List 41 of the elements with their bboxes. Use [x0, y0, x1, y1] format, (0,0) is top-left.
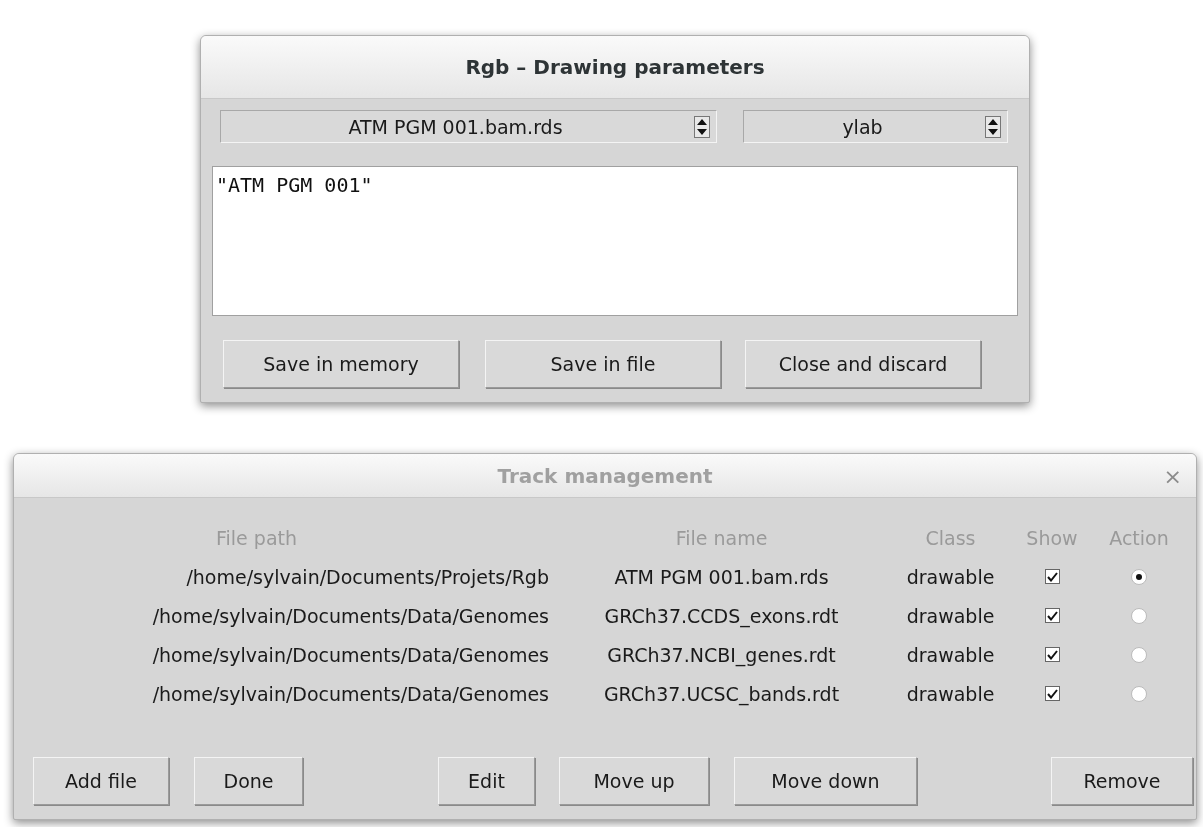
action-radio[interactable]: [1131, 646, 1147, 663]
column-header: Action: [1108, 526, 1170, 549]
table-cell-text: ATM PGM 001.bam.rds: [613, 565, 830, 588]
action-radio[interactable]: [1131, 607, 1147, 624]
dialog-button[interactable]: Add file: [33, 757, 169, 805]
window-title: Track management: [497, 463, 713, 488]
show-checkbox[interactable]: [1044, 686, 1060, 701]
table-cell-text: drawable: [905, 643, 996, 666]
column-header: File path: [215, 526, 298, 549]
show-checkbox[interactable]: [1044, 569, 1060, 584]
action-radio[interactable]: [1131, 568, 1147, 585]
file-spinner[interactable]: ATM PGM 001.bam.rds: [220, 110, 717, 143]
spinner-arrows-icon[interactable]: [985, 116, 1001, 138]
parameter-spinner[interactable]: ylab: [743, 110, 1008, 143]
dialog-button[interactable]: Edit: [438, 757, 535, 805]
table-cell-text: /home/sylvain/Documents/Projets/Rgb: [185, 565, 549, 588]
table-cell-text: /home/sylvain/Documents/Data/Genomes: [151, 604, 549, 627]
spinner-arrows-icon[interactable]: [694, 116, 710, 138]
column-header: Show: [1025, 526, 1079, 549]
dialog-button[interactable]: Move up: [559, 757, 709, 805]
dialog-button[interactable]: Save in file: [485, 340, 721, 388]
table-cell-text: /home/sylvain/Documents/Data/Genomes: [151, 682, 549, 705]
column-header: Class: [924, 526, 977, 549]
table-cell-text: GRCh37.NCBI_genes.rdt: [606, 643, 837, 666]
table-cell-text: drawable: [905, 604, 996, 627]
dialog-button[interactable]: Done: [194, 757, 303, 805]
window-title: Rgb – Drawing parameters: [465, 55, 765, 79]
dialog-button[interactable]: Remove: [1051, 757, 1193, 805]
dialog-button[interactable]: Close and discard: [745, 340, 981, 388]
table-cell-text: GRCh37.UCSC_bands.rdt: [602, 682, 841, 705]
dialog-button[interactable]: Move down: [734, 757, 917, 805]
column-header: File name: [674, 526, 769, 549]
table-cell-text: drawable: [905, 682, 996, 705]
value-text-area[interactable]: "ATM PGM 001": [212, 166, 1018, 316]
show-checkbox[interactable]: [1044, 608, 1060, 623]
table-cell-text: /home/sylvain/Documents/Data/Genomes: [151, 643, 549, 666]
show-checkbox[interactable]: [1044, 647, 1060, 662]
dialog-button[interactable]: Save in memory: [223, 340, 459, 388]
action-radio[interactable]: [1131, 685, 1147, 702]
table-cell-text: GRCh37.CCDS_exons.rdt: [603, 604, 840, 627]
table-cell-text: drawable: [905, 565, 996, 588]
